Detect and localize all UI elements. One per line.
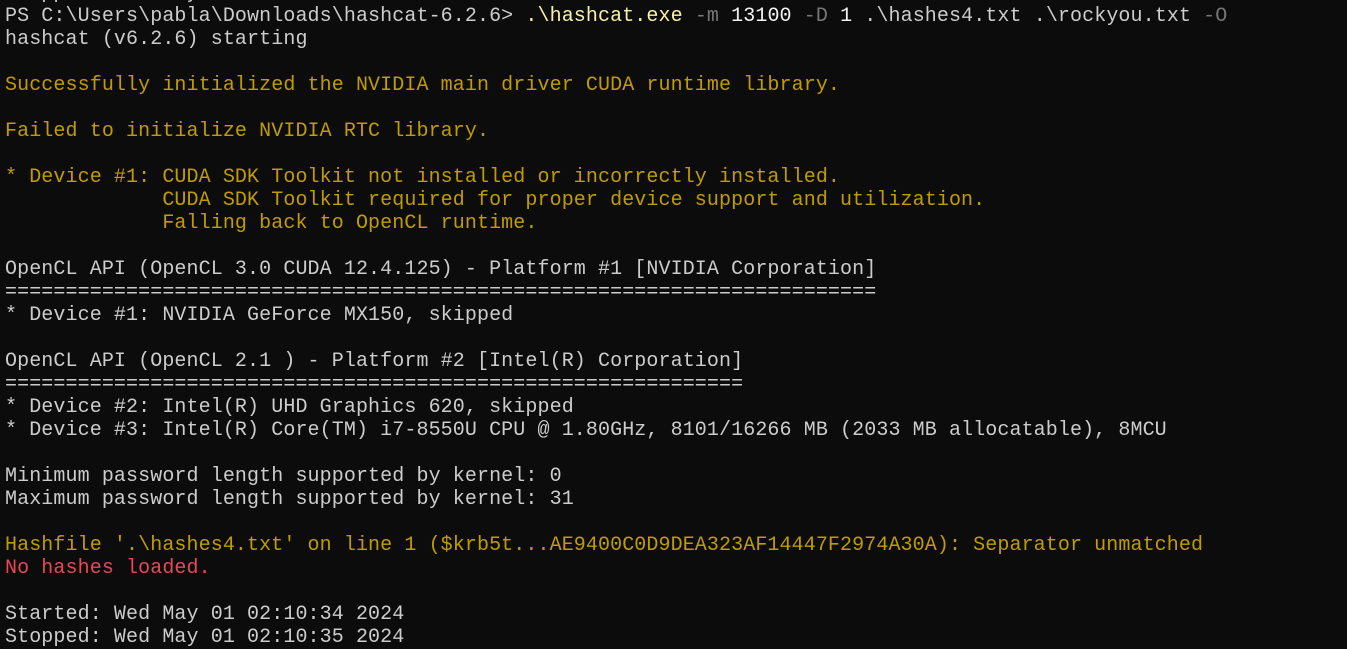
- terminal-line: Falling back to OpenCL runtime.: [5, 212, 1347, 235]
- terminal-line: [5, 580, 1347, 603]
- terminal-line: Maximum password length supported by ker…: [5, 488, 1347, 511]
- terminal-text: OpenCL API (OpenCL 2.1 ) - Platform #2 […: [5, 350, 743, 373]
- terminal-line: ========================================…: [5, 281, 1347, 304]
- terminal-line: Minimum password length supported by ker…: [5, 465, 1347, 488]
- terminal-text: ========================================…: [5, 281, 876, 304]
- terminal-text: -m: [683, 5, 731, 28]
- terminal-line: hashcat (v6.2.6) starting: [5, 28, 1347, 51]
- terminal-text: No hashes loaded.: [5, 557, 211, 580]
- terminal-text: Falling back to OpenCL runtime.: [5, 212, 538, 235]
- terminal-line: * Device #1: NVIDIA GeForce MX150, skipp…: [5, 304, 1347, 327]
- terminal-text: 1: [840, 5, 852, 28]
- terminal-line: [5, 51, 1347, 74]
- terminal-text: .\hashcat.exe: [525, 5, 682, 28]
- terminal-text: Hashfile '.\hashes4.txt' on line 1 ($krb…: [5, 534, 1203, 557]
- terminal-text: CUDA SDK Toolkit required for proper dev…: [5, 189, 985, 212]
- terminal-line: Stopped: Wed May 01 02:10:35 2024: [5, 626, 1347, 649]
- terminal-line: Hashfile '.\hashes4.txt' on line 1 ($krb…: [5, 534, 1347, 557]
- terminal-line: [5, 143, 1347, 166]
- terminal-text: hashcat (v6.2.6) starting: [5, 28, 308, 51]
- terminal-line: No hashes loaded.: [5, 557, 1347, 580]
- terminal-text: * Device #1: NVIDIA GeForce MX150, skipp…: [5, 304, 513, 327]
- terminal-text: Failed to initialize NVIDIA RTC library.: [5, 120, 489, 143]
- terminal-text: ========================================…: [5, 373, 743, 396]
- terminal-line: * Device #3: Intel(R) Core(TM) i7-8550U …: [5, 419, 1347, 442]
- terminal-text: 13100: [731, 5, 792, 28]
- terminal-text: OpenCL API (OpenCL 3.0 CUDA 12.4.125) - …: [5, 258, 876, 281]
- terminal-line: [5, 511, 1347, 534]
- terminal-line: * Device #1: CUDA SDK Toolkit not instal…: [5, 166, 1347, 189]
- terminal-line: Successfully initialized the NVIDIA main…: [5, 74, 1347, 97]
- terminal-text: Minimum password length supported by ker…: [5, 465, 562, 488]
- terminal-line: Failed to initialize NVIDIA RTC library.: [5, 120, 1347, 143]
- terminal-text: -D: [792, 5, 840, 28]
- terminal-text: * Device #2: Intel(R) UHD Graphics 620, …: [5, 396, 574, 419]
- terminal-output[interactable]: Stopped: Wed May 01 02:10:26 2024PS C:\U…: [5, 0, 1347, 645]
- terminal-text: Successfully initialized the NVIDIA main…: [5, 74, 840, 97]
- terminal-text: -O: [1203, 5, 1227, 28]
- terminal-text: Maximum password length supported by ker…: [5, 488, 574, 511]
- terminal-text: .\hashes4.txt .\rockyou.txt: [852, 5, 1203, 28]
- terminal-text: Stopped: Wed May 01 02:10:35 2024: [5, 626, 404, 649]
- terminal-line: [5, 235, 1347, 258]
- terminal-line: Started: Wed May 01 02:10:34 2024: [5, 603, 1347, 626]
- terminal-text: PS C:\Users\pabla\Downloads\hashcat-6.2.…: [5, 5, 525, 28]
- terminal-text: * Device #1: CUDA SDK Toolkit not instal…: [5, 166, 840, 189]
- terminal-line: OpenCL API (OpenCL 3.0 CUDA 12.4.125) - …: [5, 258, 1347, 281]
- terminal-line: PS C:\Users\pabla\Downloads\hashcat-6.2.…: [5, 5, 1347, 28]
- terminal-line: OpenCL API (OpenCL 2.1 ) - Platform #2 […: [5, 350, 1347, 373]
- terminal-line: * Device #2: Intel(R) UHD Graphics 620, …: [5, 396, 1347, 419]
- terminal-line: [5, 327, 1347, 350]
- terminal-line: ========================================…: [5, 373, 1347, 396]
- terminal-line: [5, 442, 1347, 465]
- terminal-line: CUDA SDK Toolkit required for proper dev…: [5, 189, 1347, 212]
- terminal-text: Started: Wed May 01 02:10:34 2024: [5, 603, 404, 626]
- terminal-line: [5, 97, 1347, 120]
- terminal-text: * Device #3: Intel(R) Core(TM) i7-8550U …: [5, 419, 1167, 442]
